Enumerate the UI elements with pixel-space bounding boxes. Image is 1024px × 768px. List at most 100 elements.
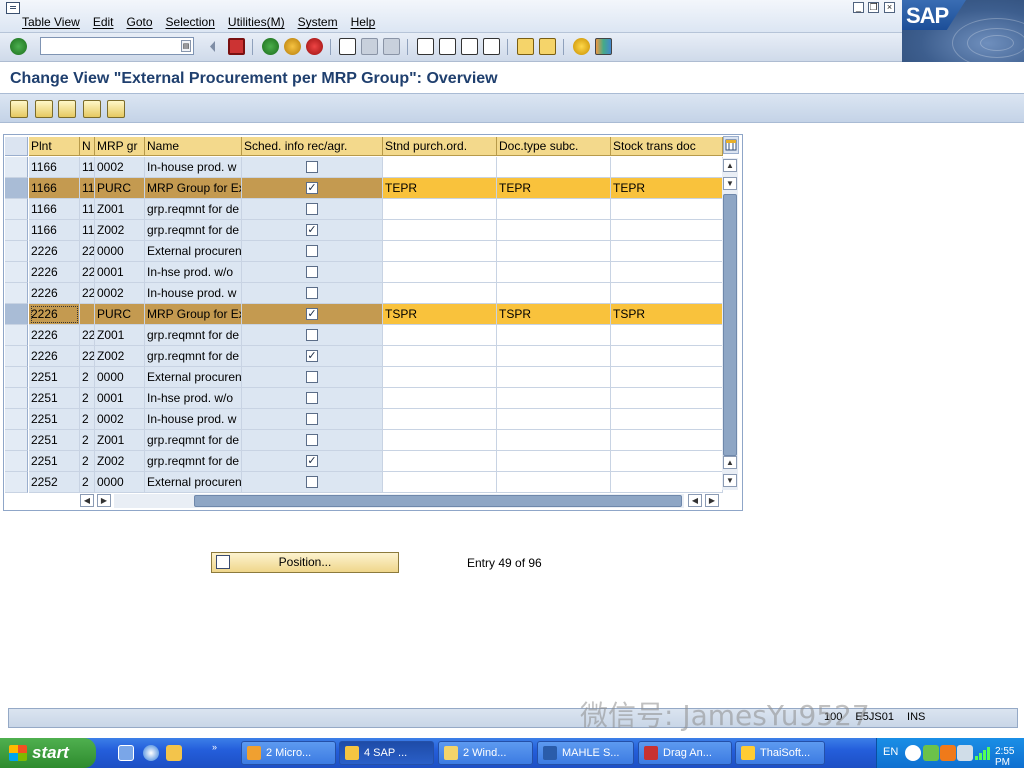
column-header-stnd-purch-ord[interactable]: Stnd purch.ord. [383,137,497,156]
column-header-doc-type-subc[interactable]: Doc.type subc. [497,137,611,156]
row-selector[interactable] [5,472,28,493]
stock-trans-doc-cell[interactable] [611,388,723,409]
position-button[interactable]: Position... [211,552,399,573]
wifi-signal-icon[interactable] [974,745,990,761]
display-change-icon[interactable] [10,100,28,118]
doc-type-subc-cell[interactable] [497,262,611,283]
taskbar-item[interactable]: Drag An... [638,741,732,765]
table-row[interactable]: 2226 22 0000 External procuren [5,241,723,262]
scroll-left-key-icon[interactable]: ◀ [80,494,94,507]
doc-type-subc-cell[interactable] [497,367,611,388]
menu-help[interactable]: Help [351,15,376,29]
stnd-purch-ord-cell[interactable] [383,199,497,220]
vertical-scrollbar[interactable]: ▲ ▼ ▲ ▼ [722,158,738,490]
table-row[interactable]: 2226 22 Z001 grp.reqmnt for de [5,325,723,346]
table-row[interactable]: 2226 PURC MRP Group for Ex ✓ TSPR TSPR TSPR [5,304,723,325]
stnd-purch-ord-cell[interactable] [383,367,497,388]
column-header-stock-trans-doc[interactable]: Stock trans doc [611,137,723,156]
restore-icon[interactable]: ❐ [868,2,879,13]
taskbar-item[interactable]: 4 SAP ... [339,741,434,765]
table-row[interactable]: 2251 2 Z002 grp.reqmnt for de ✓ [5,451,723,472]
stnd-purch-ord-cell[interactable] [383,220,497,241]
internet-explorer-icon[interactable] [143,745,159,761]
help-icon[interactable] [573,38,590,55]
sched-info-checkbox[interactable]: ✓ [306,224,318,236]
doc-type-subc-cell[interactable]: TEPR [497,178,611,199]
command-history-icon[interactable]: ▤ [181,40,191,52]
stnd-purch-ord-cell[interactable] [383,262,497,283]
sched-info-checkbox[interactable] [306,392,318,404]
tray-security-icon[interactable] [940,745,956,761]
new-session-icon[interactable] [517,38,534,55]
shortcut-icon[interactable] [539,38,556,55]
sched-info-checkbox[interactable]: ✓ [306,182,318,194]
sched-info-checkbox[interactable] [306,266,318,278]
doc-type-subc-cell[interactable] [497,283,611,304]
undo-change-icon[interactable] [107,100,125,118]
stock-trans-doc-cell[interactable] [611,241,723,262]
stnd-purch-ord-cell[interactable] [383,325,497,346]
language-indicator[interactable]: EN [883,746,898,758]
sched-info-checkbox[interactable]: ✓ [306,308,318,320]
stnd-purch-ord-cell[interactable]: TEPR [383,178,497,199]
row-selector[interactable] [5,367,28,388]
row-selector[interactable] [5,325,28,346]
customize-layout-icon[interactable] [595,38,612,55]
stock-trans-doc-cell[interactable] [611,472,723,493]
clock[interactable]: 2:55 PM [995,746,1024,768]
menu-edit[interactable]: Edit [93,15,114,29]
column-header-sched-info[interactable]: Sched. info rec/agr. [242,137,383,156]
doc-type-subc-cell[interactable] [497,409,611,430]
doc-type-subc-cell[interactable] [497,220,611,241]
next-page-icon[interactable] [461,38,478,55]
enter-check-icon[interactable] [10,38,27,55]
horizontal-scroll-thumb[interactable] [194,495,682,507]
row-selector[interactable] [5,409,28,430]
horizontal-scrollbar[interactable] [114,494,684,508]
scroll-down-icon[interactable]: ▼ [723,474,737,487]
system-menu-icon[interactable] [6,2,20,14]
stnd-purch-ord-cell[interactable] [383,157,497,178]
sched-info-checkbox[interactable] [306,329,318,341]
row-selector[interactable] [5,346,28,367]
taskbar-item[interactable]: ThaiSoft... [735,741,825,765]
stnd-purch-ord-cell[interactable] [383,388,497,409]
row-selector[interactable] [5,157,28,178]
command-field[interactable]: ▤ [40,37,194,55]
doc-type-subc-cell[interactable] [497,451,611,472]
row-selector[interactable] [5,304,28,325]
folder-icon[interactable] [166,745,182,761]
start-button[interactable]: start [0,738,96,768]
quick-launch-expand-icon[interactable]: » [212,742,224,752]
column-header-name[interactable]: Name [145,137,242,156]
table-settings-icon[interactable] [723,136,739,154]
taskbar-item[interactable]: 2 Wind... [438,741,533,765]
scroll-page-up-icon[interactable]: ▲ [723,456,737,469]
tray-network-icon[interactable] [957,745,973,761]
sched-info-checkbox[interactable] [306,434,318,446]
scroll-up-icon[interactable]: ▲ [723,159,737,172]
stock-trans-doc-cell[interactable] [611,262,723,283]
sched-info-checkbox[interactable] [306,287,318,299]
status-mode[interactable]: INS [907,711,925,723]
show-desktop-icon[interactable] [118,745,134,761]
table-row[interactable]: 1166 11 0002 In-house prod. w [5,157,723,178]
stock-trans-doc-cell[interactable] [611,199,723,220]
table-row[interactable]: 1166 11 Z001 grp.reqmnt for de [5,199,723,220]
find-icon[interactable] [361,38,378,55]
table-row[interactable]: 1166 11 Z002 grp.reqmnt for de ✓ [5,220,723,241]
doc-type-subc-cell[interactable] [497,241,611,262]
copy-as-icon[interactable] [58,100,76,118]
sched-info-checkbox[interactable]: ✓ [306,350,318,362]
stock-trans-doc-cell[interactable] [611,346,723,367]
sched-info-checkbox[interactable] [306,245,318,257]
table-row[interactable]: 2226 22 0001 In-hse prod. w/o [5,262,723,283]
row-selector[interactable] [5,451,28,472]
table-row[interactable]: 2251 2 Z001 grp.reqmnt for de [5,430,723,451]
vertical-scroll-thumb[interactable] [723,194,737,456]
sched-info-checkbox[interactable] [306,413,318,425]
tray-back-icon[interactable] [905,745,921,761]
close-window-icon[interactable]: × [884,2,895,13]
doc-type-subc-cell[interactable] [497,388,611,409]
scroll-right-icon[interactable]: ▶ [705,494,719,507]
